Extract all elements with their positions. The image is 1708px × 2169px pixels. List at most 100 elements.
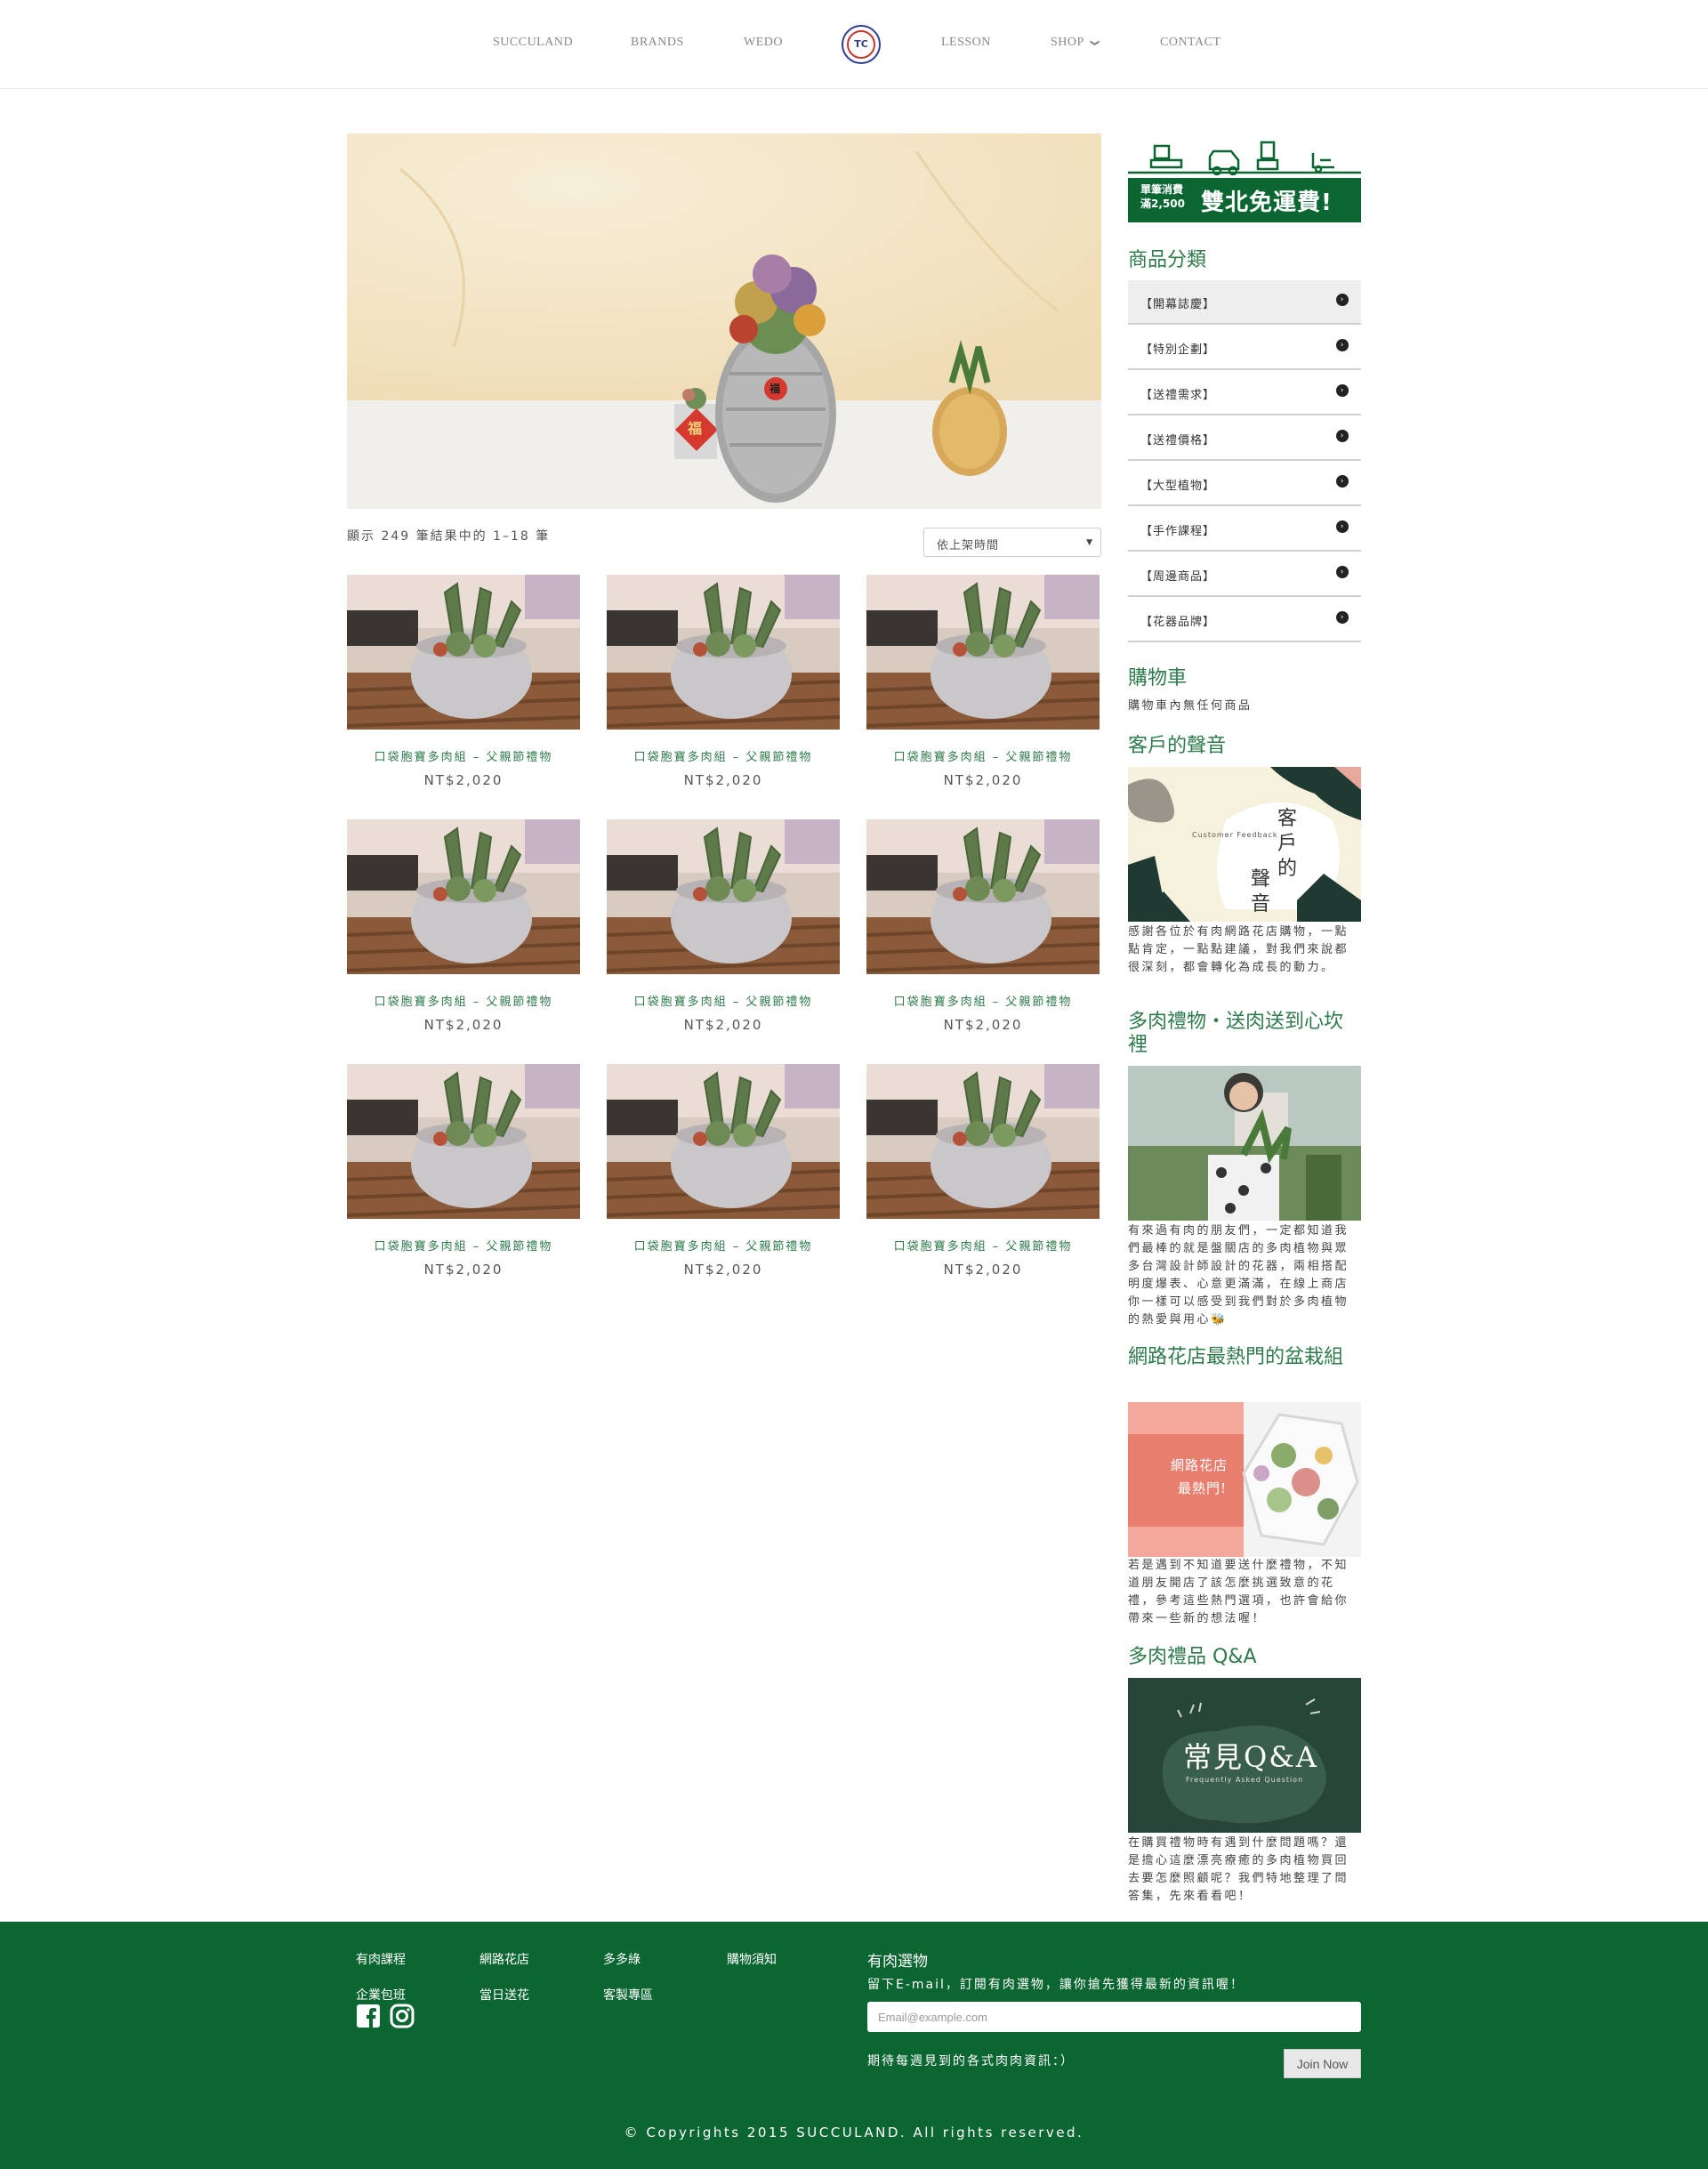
popular-image[interactable]: 網路花店 最熱門! bbox=[1128, 1402, 1361, 1557]
product-image[interactable] bbox=[347, 1064, 580, 1219]
categories-title: 商品分類 bbox=[1128, 249, 1207, 271]
popular-img-line1: 網路花店 bbox=[1171, 1457, 1229, 1473]
category-label: 【手作課程】 bbox=[1140, 525, 1216, 538]
product-image[interactable] bbox=[866, 819, 1100, 974]
copyright: © Copyrights 2015 SUCCULAND. All rights … bbox=[624, 2125, 1084, 2141]
popular-img-line2: 最熱門! bbox=[1178, 1480, 1228, 1496]
product-name[interactable]: 口袋胞寶多肉組 – 父親節禮物 bbox=[607, 992, 840, 1009]
product-image[interactable] bbox=[607, 1064, 840, 1219]
nav-contact[interactable]: CONTACT bbox=[1160, 36, 1221, 50]
facebook-icon[interactable] bbox=[356, 2004, 381, 2028]
product-price: NT$2,020 bbox=[423, 1017, 504, 1033]
category-label: 【送禮價格】 bbox=[1140, 434, 1216, 448]
product-name[interactable]: 口袋胞寶多肉組 – 父親節禮物 bbox=[866, 1237, 1100, 1254]
qa-title: 多肉禮品 Q&A bbox=[1128, 1646, 1257, 1668]
gift-photo-illustration bbox=[1128, 1066, 1361, 1221]
footer-link-sameday[interactable]: 當日送花 bbox=[479, 1986, 529, 2004]
product-card[interactable]: 口袋胞寶多肉組 – 父親節禮物 NT$2,020 bbox=[607, 819, 840, 1042]
product-card[interactable]: 口袋胞寶多肉組 – 父親節禮物 NT$2,020 bbox=[347, 575, 580, 797]
gift-image[interactable] bbox=[1128, 1066, 1361, 1221]
qa-img-title: 常見Q&A bbox=[1183, 1740, 1318, 1774]
product-image[interactable] bbox=[607, 575, 840, 730]
arrow-right-icon: › bbox=[1336, 294, 1349, 306]
category-label: 【開幕誌慶】 bbox=[1140, 298, 1216, 311]
product-price: NT$2,020 bbox=[943, 1017, 1023, 1033]
feedback-img-zh5: 音 bbox=[1251, 893, 1271, 915]
logo-mark: TC bbox=[854, 38, 868, 50]
arrow-right-icon: › bbox=[1336, 339, 1349, 351]
product-name[interactable]: 口袋胞寶多肉組 – 父親節禮物 bbox=[607, 747, 840, 764]
category-item[interactable]: 【花器品牌】 › bbox=[1128, 598, 1361, 642]
footer-link-shop[interactable]: 網路花店 bbox=[479, 1950, 529, 1968]
popular-illustration bbox=[1128, 1402, 1359, 1557]
sort-select[interactable]: 依上架時間 ▼ bbox=[923, 528, 1101, 557]
newsletter-note: 期待每週見到的各式肉肉資訊：） bbox=[867, 2054, 1075, 2068]
product-name[interactable]: 口袋胞寶多肉組 – 父親節禮物 bbox=[347, 747, 580, 764]
category-item[interactable]: 【特別企劃】 › bbox=[1128, 326, 1361, 370]
nav-brands[interactable]: BRANDS bbox=[631, 36, 684, 50]
qa-img-sub: Frequently Asked Question bbox=[1186, 1776, 1304, 1784]
site-logo[interactable]: TC bbox=[842, 25, 881, 64]
gift-title: 多肉禮物・送肉送到心坎裡 bbox=[1128, 1011, 1344, 1056]
newsletter-title: 有肉選物 bbox=[867, 1953, 928, 1971]
qa-image[interactable]: 常見Q&A Frequently Asked Question bbox=[1128, 1678, 1361, 1833]
arrow-right-icon: › bbox=[1336, 611, 1349, 624]
product-card[interactable]: 口袋胞寶多肉組 – 父親節禮物 NT$2,020 bbox=[866, 1064, 1100, 1286]
category-label: 【周邊商品】 bbox=[1140, 570, 1216, 584]
feedback-image[interactable]: Customer Feedback 客 戶 的 聲 音 bbox=[1128, 767, 1361, 922]
nav-wedo[interactable]: WEDO bbox=[744, 36, 783, 50]
arrow-right-icon: › bbox=[1336, 566, 1349, 578]
product-price: NT$2,020 bbox=[423, 1262, 504, 1278]
product-image[interactable] bbox=[347, 575, 580, 730]
product-card[interactable]: 口袋胞寶多肉組 – 父親節禮物 NT$2,020 bbox=[607, 1064, 840, 1286]
product-name[interactable]: 口袋胞寶多肉組 – 父親節禮物 bbox=[607, 1237, 840, 1254]
product-name[interactable]: 口袋胞寶多肉組 – 父親節禮物 bbox=[347, 992, 580, 1009]
product-image[interactable] bbox=[607, 819, 840, 974]
product-card[interactable]: 口袋胞寶多肉組 – 父親節禮物 NT$2,020 bbox=[866, 575, 1100, 797]
footer-link-notice[interactable]: 購物須知 bbox=[727, 1950, 777, 1968]
category-item[interactable]: 【送禮價格】 › bbox=[1128, 416, 1361, 461]
product-card[interactable]: 口袋胞寶多肉組 – 父親節禮物 NT$2,020 bbox=[347, 819, 580, 1042]
product-price: NT$2,020 bbox=[943, 772, 1023, 788]
category-item[interactable]: 【開幕誌慶】 › bbox=[1128, 280, 1361, 325]
gift-text: 有來過有肉的朋友們，一定都知道我們最棒的就是盤關店的多肉植物與眾多台灣設計師設計… bbox=[1128, 1224, 1349, 1326]
instagram-icon[interactable] bbox=[390, 2004, 415, 2028]
product-name[interactable]: 口袋胞寶多肉組 – 父親節禮物 bbox=[866, 992, 1100, 1009]
footer-link-custom[interactable]: 客製專區 bbox=[603, 1986, 653, 2004]
footer-link-green[interactable]: 多多綠 bbox=[603, 1950, 640, 1968]
cart-title: 購物車 bbox=[1128, 667, 1188, 689]
product-image[interactable] bbox=[347, 819, 580, 974]
product-card[interactable]: 口袋胞寶多肉組 – 父親節禮物 NT$2,020 bbox=[607, 575, 840, 797]
email-input[interactable] bbox=[867, 2002, 1361, 2032]
nav-shop[interactable]: SHOP ❯ bbox=[1051, 36, 1100, 50]
category-item[interactable]: 【周邊商品】 › bbox=[1128, 552, 1361, 597]
popular-title: 網路花店最熱門的盆栽組 bbox=[1128, 1346, 1344, 1368]
feedback-img-en: Customer Feedback bbox=[1192, 831, 1278, 839]
nav-succuland[interactable]: SUCCULAND bbox=[493, 36, 573, 50]
category-label: 【特別企劃】 bbox=[1140, 343, 1216, 357]
footer-link-lesson[interactable]: 有肉課程 bbox=[356, 1950, 406, 1968]
product-card[interactable]: 口袋胞寶多肉組 – 父親節禮物 NT$2,020 bbox=[866, 819, 1100, 1042]
product-card[interactable]: 口袋胞寶多肉組 – 父親節禮物 NT$2,020 bbox=[347, 1064, 580, 1286]
category-label: 【花器品牌】 bbox=[1140, 616, 1216, 629]
nav-lesson[interactable]: LESSON bbox=[941, 36, 991, 50]
product-image[interactable] bbox=[866, 1064, 1100, 1219]
category-item[interactable]: 【手作課程】 › bbox=[1128, 507, 1361, 552]
free-shipping-banner[interactable]: 單筆消費 滿2,500 雙北免運費! bbox=[1128, 133, 1361, 231]
join-now-button[interactable]: Join Now bbox=[1284, 2049, 1361, 2078]
footer-link-corporate[interactable]: 企業包班 bbox=[356, 1986, 406, 2004]
product-image[interactable] bbox=[866, 575, 1100, 730]
promo-small-line1: 單筆消費 bbox=[1140, 183, 1184, 196]
arrow-right-icon: › bbox=[1336, 384, 1349, 397]
category-label: 【大型植物】 bbox=[1140, 480, 1216, 493]
product-price: NT$2,020 bbox=[423, 772, 504, 788]
popular-text: 若是遇到不知道要送什麼禮物，不知道朋友開店了該怎麼挑選致意的花禮，參考這些熱門選… bbox=[1128, 1559, 1349, 1625]
category-item[interactable]: 【送禮需求】 › bbox=[1128, 371, 1361, 415]
top-navigation: SUCCULAND BRANDS WEDO TC LESSON SHOP ❯ C… bbox=[0, 0, 1708, 89]
category-item[interactable]: 【大型植物】 › bbox=[1128, 462, 1361, 506]
category-label: 【送禮需求】 bbox=[1140, 389, 1216, 402]
sort-selected-label: 依上架時間 bbox=[937, 539, 1000, 552]
product-name[interactable]: 口袋胞寶多肉組 – 父親節禮物 bbox=[347, 1237, 580, 1254]
product-name[interactable]: 口袋胞寶多肉組 – 父親節禮物 bbox=[866, 747, 1100, 764]
arrow-right-icon: › bbox=[1336, 430, 1349, 442]
